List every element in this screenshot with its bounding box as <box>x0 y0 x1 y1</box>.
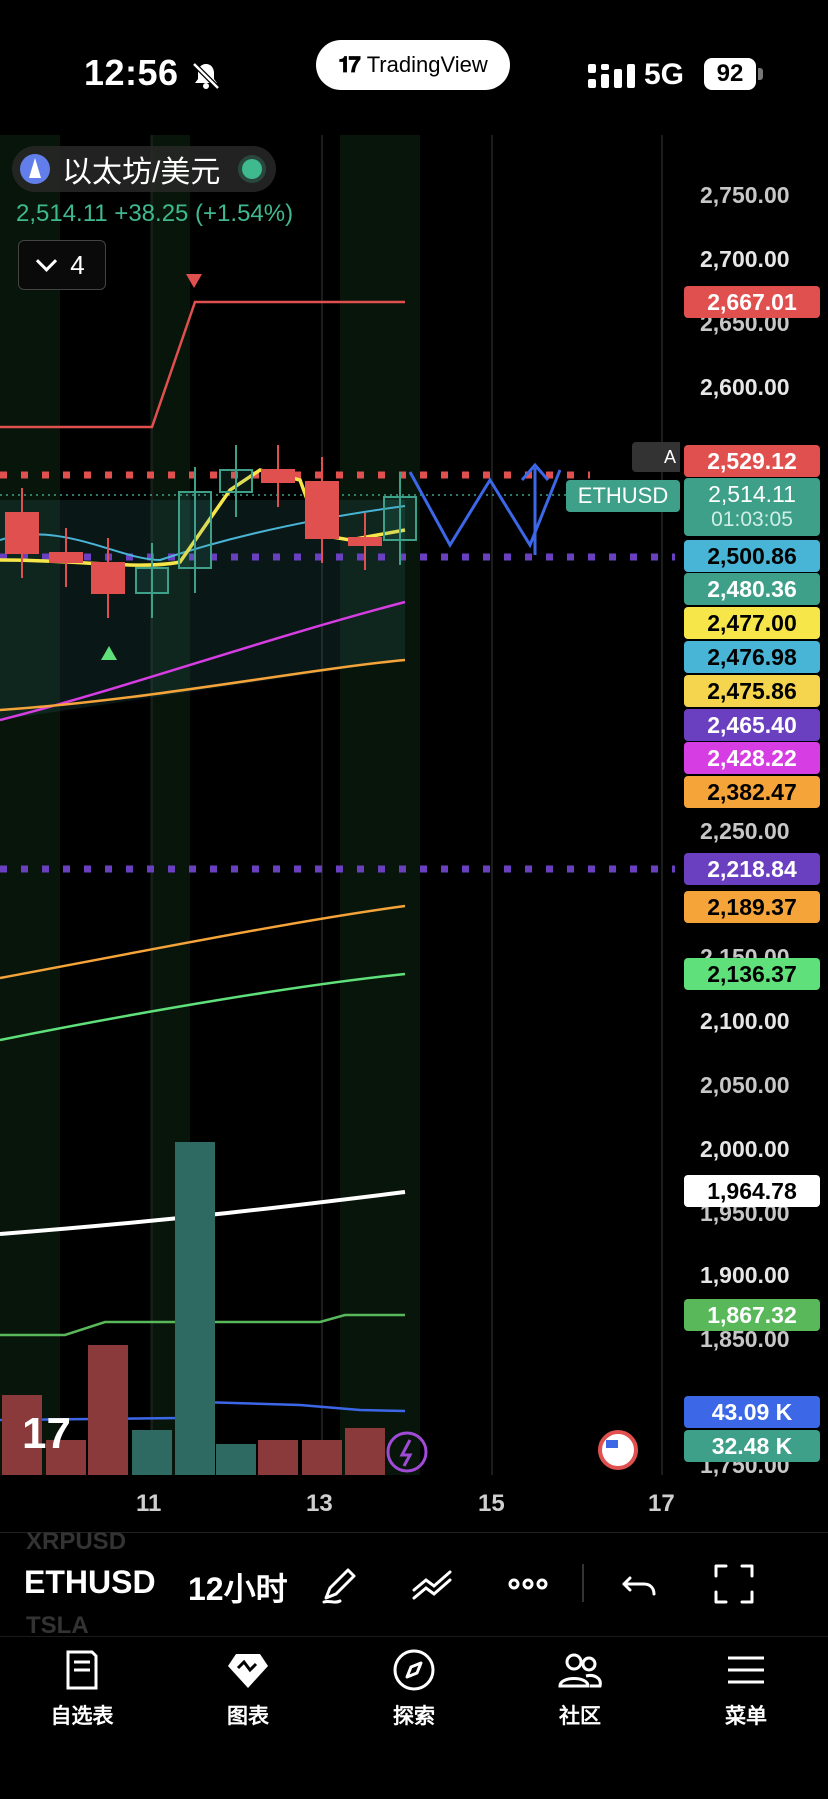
price-tag: 32.48 K <box>684 1430 820 1462</box>
market-open-dot <box>242 159 263 179</box>
nav-menu[interactable]: 菜单 <box>686 1646 806 1736</box>
bar-countdown: 01:03:05 <box>711 508 793 531</box>
undo-icon[interactable] <box>616 1560 664 1608</box>
indicators-collapse-button[interactable]: 4 <box>18 240 106 290</box>
tradingview-watermark-icon: 17 <box>22 1409 71 1458</box>
candle-body <box>49 552 83 563</box>
last-price-tag: 2,514.11 01:03:05 <box>684 478 820 536</box>
signal-icon <box>588 64 635 88</box>
battery-level: 92 <box>716 60 744 87</box>
ghost-symbol-above: XRPUSD <box>26 1528 127 1555</box>
volume-bar <box>132 1430 172 1475</box>
price-tag: 2,189.37 <box>684 891 820 923</box>
ethereum-icon <box>20 154 50 184</box>
nav-label: 社区 <box>559 1705 601 1728</box>
volume-bar <box>345 1428 385 1475</box>
axis-label: 2,000.00 <box>700 1136 790 1162</box>
last-price-value: 2,514.11 <box>708 481 796 507</box>
tradingview-pill[interactable]: 𝟏𝟕 TradingView <box>316 40 510 90</box>
axis-label: 2,050.00 <box>700 1072 790 1098</box>
candle-body <box>5 512 39 554</box>
nav-community[interactable]: 社区 <box>520 1646 640 1736</box>
volume-bar <box>88 1345 128 1475</box>
network-label: 5G <box>644 58 685 91</box>
status-bar: 12:56 𝟏𝟕 TradingView 5G 92 <box>0 0 828 130</box>
toolbar-divider <box>582 1564 584 1602</box>
price-tag: 2,465.40 <box>684 709 820 741</box>
session-band <box>340 135 420 1475</box>
session-band <box>0 135 60 1475</box>
price-tag: 2,500.86 <box>684 540 820 572</box>
tradingview-logo-icon: 𝟏𝟕 <box>338 52 361 77</box>
fullscreen-icon[interactable] <box>710 1560 758 1608</box>
price-tag: 2,428.22 <box>684 742 820 774</box>
symbol-chip[interactable]: 以太坊/美元 <box>12 146 277 192</box>
indicator-count: 4 <box>70 249 85 280</box>
interval-selector[interactable]: 12小时 <box>188 1564 288 1610</box>
axis-label: 2,600.00 <box>700 374 790 400</box>
nav-label: 探索 <box>393 1705 435 1728</box>
volume-bar <box>175 1142 215 1475</box>
x-tick-label: 13 <box>306 1490 333 1517</box>
price-tag: 2,218.84 <box>684 853 820 885</box>
candle-body <box>178 491 212 569</box>
alert-tag[interactable]: A <box>632 442 680 472</box>
battery-icon: 92 <box>704 58 756 90</box>
x-tick-label: 11 <box>136 1490 162 1517</box>
price-tag: 1,964.78 <box>684 1175 820 1207</box>
price-tag: 1,867.32 <box>684 1299 820 1331</box>
x-tick-label: 17 <box>648 1490 675 1517</box>
price-tag: 43.09 K <box>684 1396 820 1428</box>
volume-bar <box>258 1440 298 1475</box>
x-tick-label: 15 <box>478 1490 505 1517</box>
battery-tip <box>758 68 763 80</box>
nav-watchlist[interactable]: 自选表 <box>22 1646 142 1736</box>
price-tag: 2,382.47 <box>684 776 820 808</box>
candle-body <box>383 496 417 541</box>
drawing-tools-icon[interactable] <box>408 1560 456 1608</box>
volume-bar <box>302 1440 342 1475</box>
us-flag-icon <box>598 1430 638 1470</box>
chevron-down-icon <box>36 250 58 272</box>
community-icon <box>558 1653 602 1688</box>
bell-muted-icon <box>192 62 220 90</box>
watchlist-icon <box>66 1650 98 1690</box>
nav-label: 图表 <box>227 1705 269 1728</box>
volume-bar <box>216 1444 256 1475</box>
price-tag: 2,480.36 <box>684 573 820 605</box>
symbol-selector[interactable]: ETHUSD <box>24 1564 156 1601</box>
more-icon[interactable] <box>504 1560 552 1608</box>
nav-label: 菜单 <box>725 1705 767 1728</box>
tradingview-pill-label: TradingView <box>366 52 488 77</box>
candle-body <box>135 567 169 594</box>
candle-body <box>348 537 382 546</box>
candle-body <box>91 562 125 594</box>
candle-body <box>219 469 253 493</box>
symbol-name: 以太坊/美元 <box>62 156 221 189</box>
candle-body <box>305 481 339 539</box>
nav-label: 自选表 <box>50 1705 114 1728</box>
candle-body <box>261 469 295 483</box>
nav-explore[interactable]: 探索 <box>354 1646 474 1736</box>
chart-icon <box>228 1654 268 1688</box>
price-tag: 2,476.98 <box>684 641 820 673</box>
axis-label: 1,900.00 <box>700 1262 790 1288</box>
axis-label: 2,700.00 <box>700 246 790 272</box>
axis-label: 2,250.00 <box>700 818 790 844</box>
axis-label: 2,100.00 <box>700 1008 790 1034</box>
price-tag: 2,529.12 <box>684 445 820 477</box>
pen-icon[interactable] <box>316 1560 364 1608</box>
menu-icon <box>728 1656 764 1684</box>
price-tag: 2,136.37 <box>684 958 820 990</box>
price-tag: 2,475.86 <box>684 675 820 707</box>
axis-label: 2,750.00 <box>700 182 790 208</box>
nav-chart[interactable]: 图表 <box>188 1646 308 1736</box>
compass-icon <box>393 1649 435 1691</box>
symbol-price-change: 2,514.11 +38.25 (+1.54%) <box>16 200 294 227</box>
price-tag: 2,667.01 <box>684 286 820 318</box>
status-time: 12:56 <box>84 52 179 93</box>
price-tag: 2,477.00 <box>684 607 820 639</box>
last-price-symbol-tag: ETHUSD <box>566 480 680 512</box>
us-flag-canton <box>606 1440 618 1448</box>
